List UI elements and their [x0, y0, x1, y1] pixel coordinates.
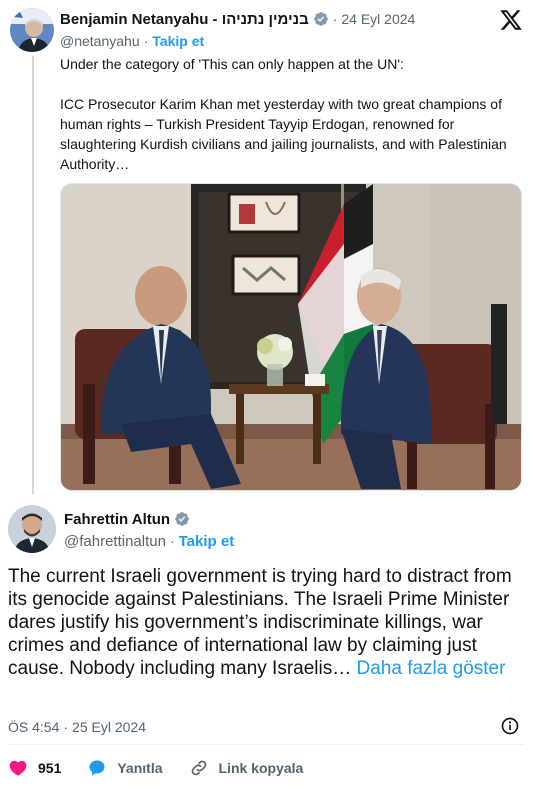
tweet-date: 25 Eyl 2024 [72, 719, 146, 735]
divider [8, 744, 525, 745]
reply-bubble-icon [89, 760, 105, 776]
info-icon[interactable] [500, 716, 520, 736]
avatar-fahrettin-altun[interactable] [8, 505, 56, 553]
tweet-timestamp[interactable]: ÖS 4:54 · 25 Eyl 2024 [8, 718, 146, 736]
verified-badge-icon [175, 512, 189, 526]
main-subheader: @fahrettinaltun · Takip et [64, 532, 234, 550]
x-logo-icon[interactable] [499, 8, 523, 32]
separator-dot: · [332, 11, 338, 27]
main-follow-button[interactable]: Takip et [179, 533, 235, 550]
separator-dot: · [63, 719, 69, 735]
like-count: 951 [38, 760, 62, 776]
quoted-header: Benjamin Netanyahu - בנימין נתניהו · 24 … [60, 9, 493, 29]
separator-dot: · [143, 33, 149, 49]
main-tweet-text: The current Israeli government is trying… [8, 565, 526, 680]
link-icon [191, 760, 206, 776]
like-button[interactable]: 951 [8, 758, 61, 778]
copy-link-button[interactable]: Link kopyala [189, 758, 304, 778]
tweet-time: ÖS 4:54 [8, 719, 60, 735]
main-author-name[interactable]: Fahrettin Altun [64, 511, 170, 528]
thread-connector-line [32, 56, 34, 494]
avatar-netanyahu[interactable] [10, 8, 54, 52]
quoted-subheader: @netanyahu · Takip et [60, 32, 204, 50]
main-handle[interactable]: @fahrettinaltun [64, 533, 166, 550]
tweet-actions-bar: 951 Yanıtla Link kopyala [8, 758, 329, 778]
separator-dot: · [169, 533, 175, 549]
reply-button[interactable]: Yanıtla [87, 758, 163, 778]
quoted-tweet-photo[interactable] [60, 183, 522, 491]
heart-icon [9, 760, 27, 776]
quoted-tweet-text: Under the category of 'This can only hap… [60, 56, 507, 172]
verified-badge-icon [313, 12, 328, 26]
show-more-link[interactable]: Daha fazla göster [357, 658, 506, 679]
quoted-follow-button[interactable]: Takip et [152, 33, 204, 49]
quoted-tweet[interactable]: Benjamin Netanyahu - בנימין נתניהו · 24 … [0, 0, 533, 500]
quoted-date[interactable]: 24 Eyl 2024 [341, 11, 415, 27]
reply-label: Yanıtla [117, 760, 163, 776]
main-header: Fahrettin Altun [64, 509, 190, 529]
quoted-handle[interactable]: @netanyahu [60, 33, 140, 49]
quoted-author-name[interactable]: Benjamin Netanyahu - בנימין נתניהו [60, 11, 309, 28]
copy-link-label: Link kopyala [218, 760, 304, 776]
